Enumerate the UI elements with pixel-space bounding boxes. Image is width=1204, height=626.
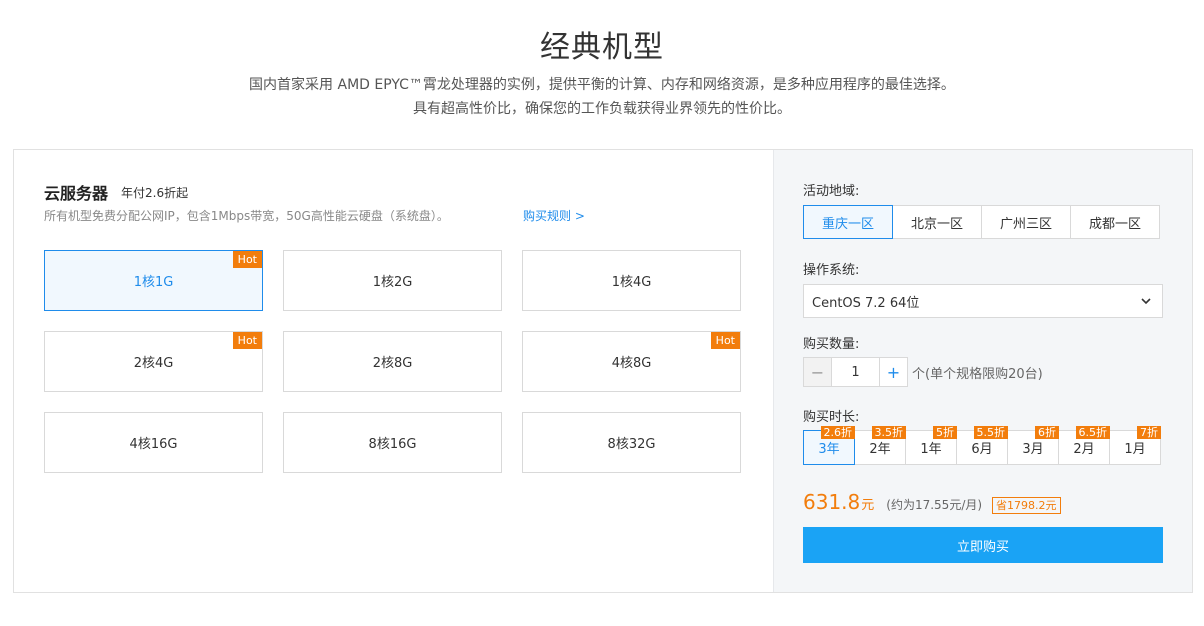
region-selector: 重庆一区 北京一区 广州三区 成都一区 (803, 205, 1160, 239)
price-amount: 631.8 (803, 490, 861, 514)
product-panel: 云服务器 年付2.6折起 所有机型免费分配公网IP，包含1Mbps带宽，50G高… (13, 149, 1193, 593)
config-section: 活动地域: 重庆一区 北京一区 广州三区 成都一区 操作系统: CentOS 7… (773, 150, 1192, 592)
duration-label-text: 1月 (1124, 442, 1146, 457)
duration-label-text: 2月 (1073, 442, 1095, 457)
spec-option-4c16g[interactable]: 4核16G (44, 412, 263, 473)
duration-option-1y[interactable]: 1年 5折 (905, 426, 957, 465)
quantity-plus-button[interactable]: + (879, 357, 908, 387)
saving-badge: 省1798.2元 (992, 497, 1061, 514)
region-option-chengdu-1[interactable]: 成都一区 (1070, 205, 1160, 239)
spec-label: 8核32G (607, 437, 656, 452)
spec-label: 4核16G (129, 437, 178, 452)
spec-option-1c2g[interactable]: 1核2G (283, 250, 502, 311)
purchase-rules-link[interactable]: 购买规则 > (523, 207, 585, 224)
spec-option-1c1g[interactable]: 1核1G Hot (44, 250, 263, 311)
spec-option-4c8g[interactable]: 4核8G Hot (522, 331, 741, 392)
price-monthly: (约为17.55元/月) (886, 498, 983, 512)
duration-option-2m[interactable]: 2月 6.5折 (1058, 426, 1110, 465)
region-option-beijing-1[interactable]: 北京一区 (892, 205, 982, 239)
duration-label: 购买时长: (803, 410, 860, 425)
duration-selector: 3年 2.6折 2年 3.5折 1年 5折 6月 5.5折 3月 6折 2月 6… (803, 426, 1161, 465)
subtitle-line-1: 国内首家采用 AMD EPYC™霄龙处理器的实例，提供平衡的计算、内存和网络资源… (249, 77, 955, 93)
page-title: 经典机型 (540, 30, 664, 65)
spec-label: 1核1G (133, 275, 174, 290)
server-discount-tag: 年付2.6折起 (121, 186, 189, 200)
duration-label-text: 3月 (1022, 442, 1044, 457)
discount-badge: 7折 (1137, 426, 1161, 439)
discount-badge: 6折 (1035, 426, 1059, 439)
duration-option-3m[interactable]: 3月 6折 (1007, 426, 1059, 465)
quantity-stepper: − 1 + 个(单个规格限购20台) (803, 357, 1043, 387)
price-row: 631.8 元 (约为17.55元/月) 省1798.2元 (803, 490, 1061, 514)
duration-label-text: 1年 (920, 442, 942, 457)
spec-option-8c32g[interactable]: 8核32G (522, 412, 741, 473)
hot-badge: Hot (232, 251, 262, 268)
quantity-limit-note: 个(单个规格限购20台) (912, 366, 1043, 382)
spec-label: 4核8G (611, 356, 652, 371)
spec-label: 2核4G (133, 356, 174, 371)
spec-option-2c8g[interactable]: 2核8G (283, 331, 502, 392)
discount-badge: 6.5折 (1075, 426, 1110, 439)
spec-label: 1核2G (372, 275, 413, 290)
duration-label-text: 6月 (971, 442, 993, 457)
server-description: 所有机型免费分配公网IP，包含1Mbps带宽，50G高性能云硬盘（系统盘）。 (44, 209, 449, 223)
spec-option-1c4g[interactable]: 1核4G (522, 250, 741, 311)
spec-label: 2核8G (372, 356, 413, 371)
discount-badge: 5.5折 (973, 426, 1008, 439)
price-unit: 元 (861, 498, 875, 513)
duration-option-3y[interactable]: 3年 2.6折 (803, 426, 855, 465)
quantity-input[interactable]: 1 (832, 357, 879, 387)
spec-label: 1核4G (611, 275, 652, 290)
buy-now-button[interactable]: 立即购买 (803, 527, 1163, 563)
region-label: 活动地域: (803, 184, 860, 199)
spec-option-2c4g[interactable]: 2核4G Hot (44, 331, 263, 392)
os-label: 操作系统: (803, 263, 860, 278)
discount-badge: 3.5折 (871, 426, 906, 439)
os-select[interactable]: CentOS 7.2 64位 (803, 284, 1163, 318)
chevron-down-icon (1141, 298, 1151, 305)
spec-section: 云服务器 年付2.6折起 所有机型免费分配公网IP，包含1Mbps带宽，50G高… (14, 150, 773, 592)
region-option-chongqing-1[interactable]: 重庆一区 (803, 205, 893, 239)
server-title: 云服务器 (44, 184, 109, 203)
hot-badge: Hot (232, 332, 262, 349)
duration-option-1m[interactable]: 1月 7折 (1109, 426, 1161, 465)
os-selected-value: CentOS 7.2 64位 (812, 295, 920, 311)
duration-option-2y[interactable]: 2年 3.5折 (854, 426, 906, 465)
discount-badge: 2.6折 (820, 426, 855, 439)
discount-badge: 5折 (933, 426, 957, 439)
quantity-minus-button[interactable]: − (803, 357, 832, 387)
region-option-guangzhou-3[interactable]: 广州三区 (981, 205, 1071, 239)
duration-label-text: 2年 (869, 442, 891, 457)
duration-option-6m[interactable]: 6月 5.5折 (956, 426, 1008, 465)
hot-badge: Hot (710, 332, 740, 349)
quantity-label: 购买数量: (803, 337, 860, 352)
subtitle-line-2: 具有超高性价比，确保您的工作负载获得业界领先的性价比。 (413, 101, 791, 117)
duration-label-text: 3年 (818, 442, 840, 457)
spec-label: 8核16G (368, 437, 417, 452)
spec-option-8c16g[interactable]: 8核16G (283, 412, 502, 473)
